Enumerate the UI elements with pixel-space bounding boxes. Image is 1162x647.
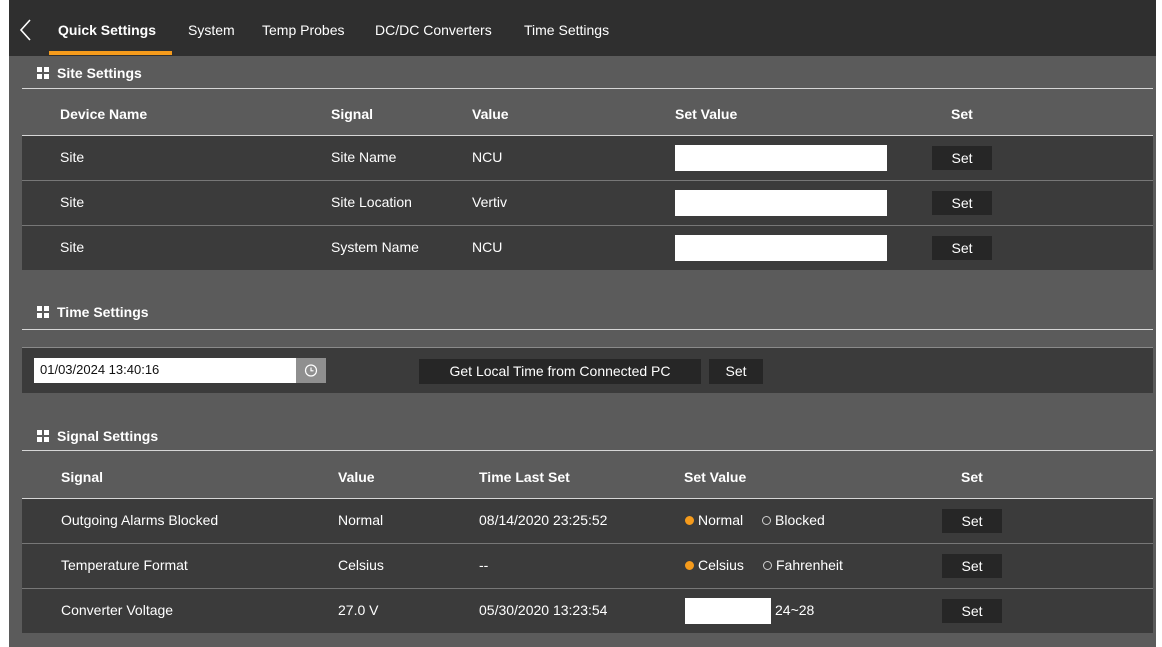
section-title: Signal Settings <box>57 428 159 444</box>
radio-label: Normal <box>698 512 744 528</box>
table-row: Converter Voltage 27.0 V 05/30/2020 13:2… <box>22 589 1153 633</box>
set-temperature-format-button[interactable]: Set <box>942 554 1002 578</box>
datetime-input[interactable]: 01/03/2024 13:40:16 <box>34 358 296 383</box>
divider <box>22 450 1153 451</box>
time-last-set-cell: 08/14/2020 23:25:52 <box>479 512 608 528</box>
back-button[interactable] <box>13 14 39 46</box>
chevron-left-icon <box>19 19 31 41</box>
signal-settings-header: Signal Settings <box>37 428 158 444</box>
radio-celsius[interactable]: Celsius <box>685 557 744 573</box>
column-header-time-last-set: Time Last Set <box>479 469 570 485</box>
radio-label: Fahrenheit <box>776 557 843 573</box>
set-converter-voltage-button[interactable]: Set <box>942 599 1002 623</box>
value-cell: Vertiv <box>472 194 508 210</box>
signal-cell: Converter Voltage <box>61 602 174 618</box>
signal-cell: Site Location <box>331 194 412 210</box>
signal-cell: Temperature Format <box>61 557 188 573</box>
converter-voltage-input[interactable] <box>685 598 771 624</box>
time-last-set-cell: 05/30/2020 13:23:54 <box>479 602 608 618</box>
get-local-time-button[interactable]: Get Local Time from Connected PC <box>419 359 701 384</box>
radio-selected-icon <box>685 561 694 570</box>
grid-icon <box>37 67 49 79</box>
table-row: Site Site Name NCU Set <box>22 136 1153 180</box>
device-name-cell: Site <box>60 194 85 210</box>
column-header-signal: Signal <box>61 469 104 485</box>
radio-label: Celsius <box>698 557 744 573</box>
tab-time-settings[interactable]: Time Settings <box>524 22 609 38</box>
radio-blocked[interactable]: Blocked <box>762 512 825 528</box>
site-name-input[interactable] <box>675 145 887 171</box>
table-row: Site System Name NCU Set <box>22 226 1153 270</box>
signal-cell: Outgoing Alarms Blocked <box>61 512 219 528</box>
grid-icon <box>37 306 49 318</box>
value-cell: Celsius <box>338 557 384 573</box>
column-header-set: Set <box>951 106 973 122</box>
radio-unselected-icon <box>762 516 771 525</box>
tab-dc-dc-converters[interactable]: DC/DC Converters <box>375 22 492 38</box>
column-header-set: Set <box>961 469 983 485</box>
radio-selected-icon <box>685 516 694 525</box>
signal-cell: Site Name <box>331 149 397 165</box>
quick-settings-panel: Quick Settings System Temp Probes DC/DC … <box>9 0 1156 647</box>
divider <box>22 329 1153 330</box>
column-header-set-value: Set Value <box>675 106 738 122</box>
table-row: Temperature Format Celsius -- Celsius Fa… <box>22 544 1153 588</box>
column-header-value: Value <box>472 106 509 122</box>
set-outgoing-alarms-button[interactable]: Set <box>942 509 1002 533</box>
table-row: Outgoing Alarms Blocked Normal 08/14/202… <box>22 499 1153 543</box>
date-picker-button[interactable] <box>296 358 326 383</box>
value-cell: NCU <box>472 239 503 255</box>
section-title: Site Settings <box>57 65 142 81</box>
active-tab-indicator <box>49 51 172 55</box>
set-time-button[interactable]: Set <box>709 359 763 384</box>
tab-system[interactable]: System <box>188 22 235 38</box>
table-row: Site Site Location Vertiv Set <box>22 181 1153 225</box>
set-site-name-button[interactable]: Set <box>932 146 992 170</box>
value-cell: NCU <box>472 149 503 165</box>
clock-icon <box>304 364 318 377</box>
time-last-set-cell: -- <box>479 557 489 573</box>
section-title: Time Settings <box>57 304 149 320</box>
radio-fahrenheit[interactable]: Fahrenheit <box>763 557 843 573</box>
column-header-set-value: Set Value <box>684 469 747 485</box>
time-settings-header: Time Settings <box>37 304 149 320</box>
range-label: 24~28 <box>775 602 815 618</box>
tab-temp-probes[interactable]: Temp Probes <box>262 22 344 38</box>
radio-label: Blocked <box>775 512 825 528</box>
device-name-cell: Site <box>60 149 85 165</box>
column-header-device-name: Device Name <box>60 106 148 122</box>
radio-unselected-icon <box>763 561 772 570</box>
tab-quick-settings[interactable]: Quick Settings <box>58 22 156 38</box>
column-header-signal: Signal <box>331 106 374 122</box>
site-settings-header: Site Settings <box>37 65 142 81</box>
tab-bar: Quick Settings System Temp Probes DC/DC … <box>9 0 1156 56</box>
divider <box>22 88 1153 89</box>
value-cell: Normal <box>338 512 384 528</box>
device-name-cell: Site <box>60 239 85 255</box>
grid-icon <box>37 430 49 442</box>
column-header-value: Value <box>338 469 375 485</box>
value-cell: 27.0 V <box>338 602 379 618</box>
set-system-name-button[interactable]: Set <box>932 236 992 260</box>
radio-normal[interactable]: Normal <box>685 512 743 528</box>
set-site-location-button[interactable]: Set <box>932 191 992 215</box>
site-location-input[interactable] <box>675 190 887 216</box>
signal-cell: System Name <box>331 239 419 255</box>
system-name-input[interactable] <box>675 235 887 261</box>
time-settings-row: 01/03/2024 13:40:16 Get Local Time from … <box>22 348 1153 393</box>
